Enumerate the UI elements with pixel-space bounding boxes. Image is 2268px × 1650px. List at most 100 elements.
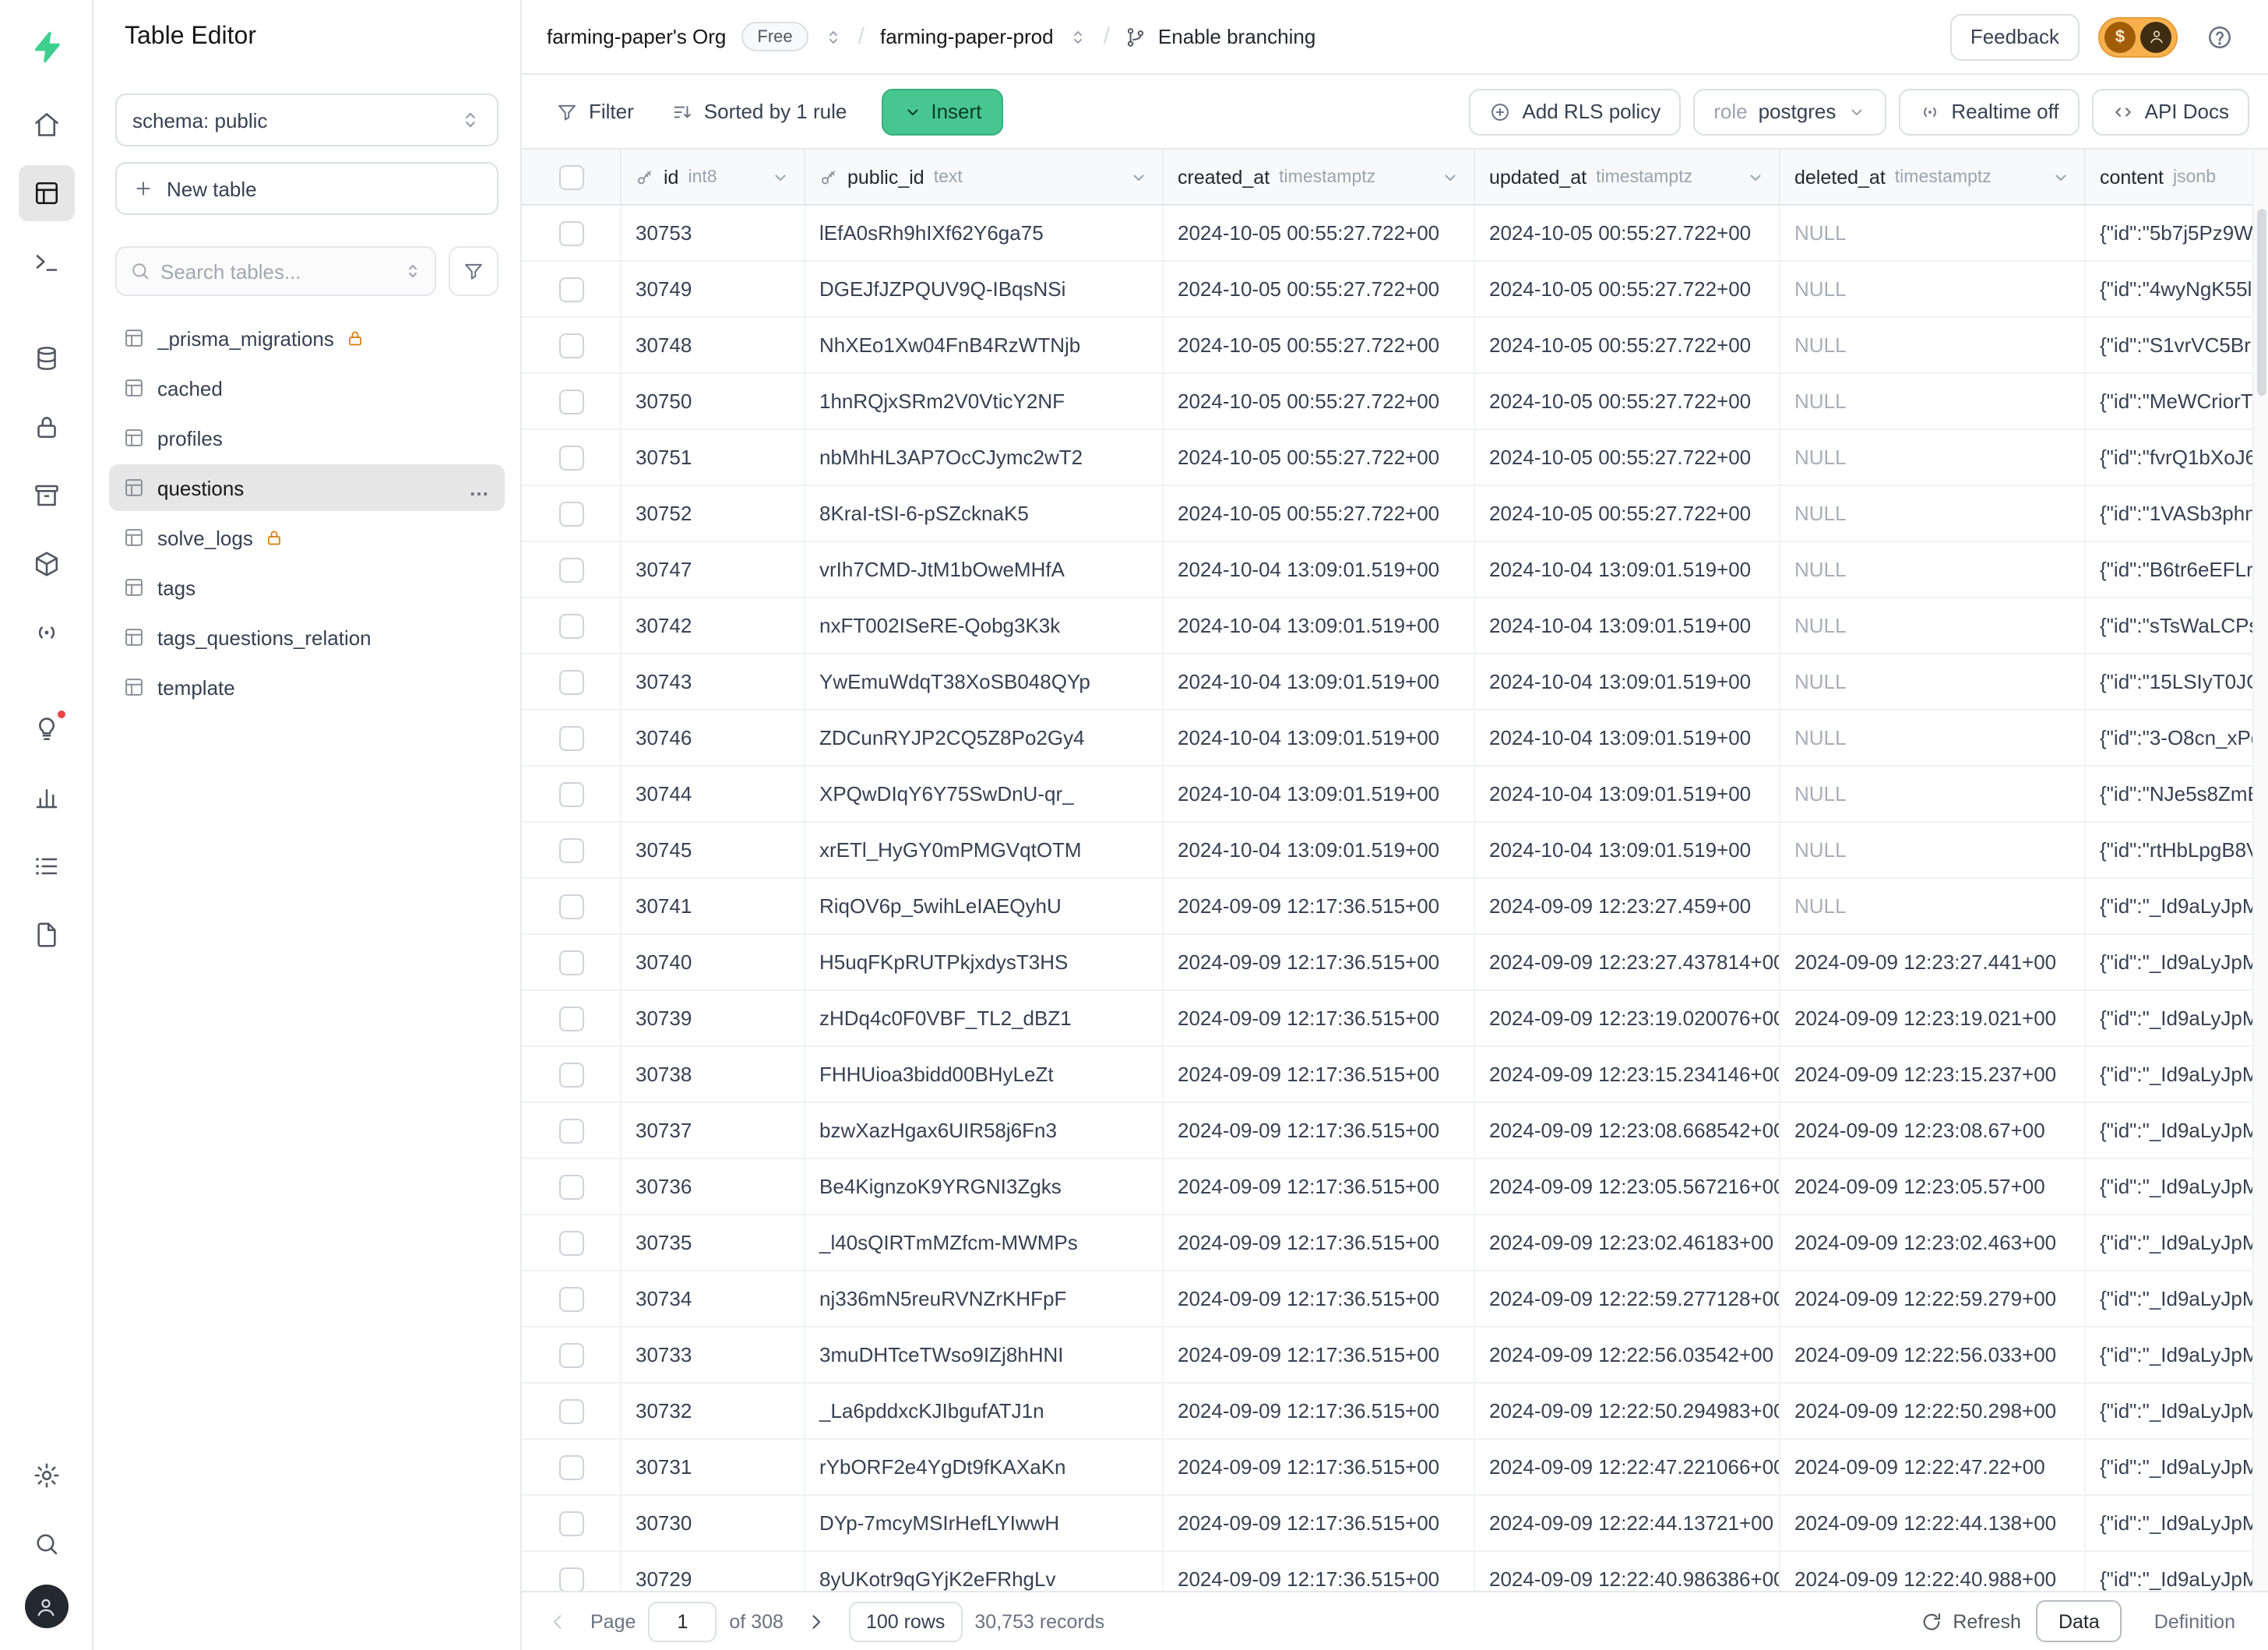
row-checkbox[interactable] (558, 557, 583, 582)
cell-content[interactable]: {"id":"_Id9aLyJpMHQLaiQG (2086, 879, 2268, 933)
row-checkbox[interactable] (558, 1118, 583, 1143)
cell-updated-at[interactable]: 2024-10-04 13:09:01.519+00 (1475, 710, 1780, 765)
table-row[interactable]: 30744 XPQwDIqY6Y75SwDnU-qr_ 2024-10-04 1… (522, 767, 2268, 823)
prev-page-button[interactable] (537, 1601, 578, 1641)
cell-content[interactable]: {"id":"_Id9aLyJpMHQLaiQG (2086, 1384, 2268, 1438)
cell-id[interactable]: 30733 (622, 1327, 805, 1382)
help-icon[interactable] (2196, 13, 2243, 60)
next-page-button[interactable] (796, 1601, 836, 1641)
cell-id[interactable]: 30729 (622, 1552, 805, 1591)
table-row[interactable]: 30735 _l40sQIRTmMZfcm-MWMPs 2024-09-09 1… (522, 1215, 2268, 1271)
cell-deleted-at[interactable]: NULL (1780, 318, 2086, 372)
cell-created-at[interactable]: 2024-09-09 12:17:36.515+00 (1164, 935, 1475, 989)
sql-editor-icon[interactable] (18, 234, 74, 290)
cell-content[interactable]: {"id":"B6tr6eEFLrOVgeUmH (2086, 542, 2268, 597)
insert-button[interactable]: Insert (881, 88, 1003, 135)
cell-id[interactable]: 30752 (622, 486, 805, 541)
row-checkbox[interactable] (558, 1511, 583, 1535)
cell-deleted-at[interactable]: 2024-09-09 12:22:40.988+00 (1780, 1552, 2086, 1591)
cell-public-id[interactable]: bzwXazHgax6UIR58j6Fn3 (805, 1103, 1164, 1158)
cell-content[interactable]: {"id":"_Id9aLyJpMHQLaiQG (2086, 1271, 2268, 1326)
row-checkbox[interactable] (558, 1342, 583, 1367)
cell-deleted-at[interactable]: 2024-09-09 12:23:27.441+00 (1780, 935, 2086, 989)
sidebar-table-item[interactable]: questions … (109, 464, 505, 511)
cell-public-id[interactable]: Be4KignzoK9YRGNI3Zgks (805, 1159, 1164, 1214)
cell-id[interactable]: 30742 (622, 598, 805, 653)
table-editor-icon[interactable] (18, 165, 74, 221)
cell-deleted-at[interactable]: NULL (1780, 206, 2086, 260)
cell-deleted-at[interactable]: NULL (1780, 767, 2086, 821)
cell-id[interactable]: 30732 (622, 1384, 805, 1438)
cell-deleted-at[interactable]: NULL (1780, 374, 2086, 428)
cell-created-at[interactable]: 2024-10-05 00:55:27.722+00 (1164, 206, 1475, 260)
cell-created-at[interactable]: 2024-10-04 13:09:01.519+00 (1164, 542, 1475, 597)
cell-deleted-at[interactable]: NULL (1780, 486, 2086, 541)
edge-functions-icon[interactable] (18, 536, 74, 592)
cell-deleted-at[interactable]: 2024-09-09 12:23:08.67+00 (1780, 1103, 2086, 1158)
sort-button[interactable]: Sorted by 1 rule (656, 88, 863, 135)
sidebar-table-item[interactable]: tags (109, 564, 505, 611)
cell-updated-at[interactable]: 2024-09-09 12:23:02.46183+00 (1475, 1215, 1780, 1270)
usage-warning-badge[interactable]: $ (2098, 16, 2178, 57)
cell-updated-at[interactable]: 2024-09-09 12:22:47.221066+00 (1475, 1440, 1780, 1494)
cell-deleted-at[interactable]: NULL (1780, 542, 2086, 597)
row-checkbox[interactable] (558, 220, 583, 245)
cell-id[interactable]: 30735 (622, 1215, 805, 1270)
cell-id[interactable]: 30748 (622, 318, 805, 372)
cell-deleted-at[interactable]: NULL (1780, 879, 2086, 933)
cell-created-at[interactable]: 2024-09-09 12:17:36.515+00 (1164, 879, 1475, 933)
cell-id[interactable]: 30737 (622, 1103, 805, 1158)
sidebar-table-item[interactable]: profiles (109, 414, 505, 461)
cell-content[interactable]: {"id":"4wyNgK55lOfrpmYZc (2086, 262, 2268, 316)
sidebar-table-item[interactable]: _prisma_migrations (109, 315, 505, 361)
column-menu-chevron-icon[interactable] (1441, 167, 1460, 186)
cell-created-at[interactable]: 2024-10-05 00:55:27.722+00 (1164, 486, 1475, 541)
cell-public-id[interactable]: _l40sQIRTmMZfcm-MWMPs (805, 1215, 1164, 1270)
cell-public-id[interactable]: 8yUKotr9qGYjK2eFRhgLv (805, 1552, 1164, 1591)
enable-branching-button[interactable]: Enable branching (1125, 25, 1315, 48)
cell-updated-at[interactable]: 2024-09-09 12:22:44.13721+00 (1475, 1496, 1780, 1550)
cell-id[interactable]: 30731 (622, 1440, 805, 1494)
cell-created-at[interactable]: 2024-10-05 00:55:27.722+00 (1164, 374, 1475, 428)
page-number-input[interactable] (648, 1601, 717, 1641)
table-row[interactable]: 30750 1hnRQjxSRm2V0VticY2NF 2024-10-05 0… (522, 374, 2268, 430)
cell-public-id[interactable]: nxFT002ISeRE-Qobg3K3k (805, 598, 1164, 653)
column-menu-chevron-icon[interactable] (2051, 167, 2070, 186)
cell-id[interactable]: 30740 (622, 935, 805, 989)
cell-content[interactable]: {"id":"3-O8cn_xPgs0cVxqKE (2086, 710, 2268, 765)
cell-created-at[interactable]: 2024-10-04 13:09:01.519+00 (1164, 654, 1475, 709)
column-header-cell[interactable]: created_at timestamptz (1164, 150, 1475, 204)
table-row[interactable]: 30742 nxFT002ISeRE-Qobg3K3k 2024-10-04 1… (522, 598, 2268, 654)
cell-public-id[interactable]: NhXEo1Xw04FnB4RzWTNjb (805, 318, 1164, 372)
table-row[interactable]: 30749 DGEJfJZPQUV9Q-IBqsNSi 2024-10-05 0… (522, 262, 2268, 318)
add-rls-policy-button[interactable]: Add RLS policy (1469, 88, 1681, 135)
cell-content[interactable]: {"id":"rtHbLpgB8V11LUK7152 (2086, 823, 2268, 877)
cell-content[interactable]: {"id":"1VASb3phnXXkQPCpv (2086, 486, 2268, 541)
cell-deleted-at[interactable]: NULL (1780, 262, 2086, 316)
home-icon[interactable] (18, 97, 74, 153)
cell-updated-at[interactable]: 2024-10-05 00:55:27.722+00 (1475, 374, 1780, 428)
cell-content[interactable]: {"id":"_Id9aLyJpMHQLaiQG (2086, 1327, 2268, 1382)
cell-public-id[interactable]: YwEmuWdqT38XoSB048QYp (805, 654, 1164, 709)
cell-id[interactable]: 30738 (622, 1047, 805, 1102)
cell-deleted-at[interactable]: 2024-09-09 12:22:56.033+00 (1780, 1327, 2086, 1382)
cell-public-id[interactable]: 8KraI-tSI-6-pSZcknaK5 (805, 486, 1164, 541)
cell-content[interactable]: {"id":"_Id9aLyJpMHQLaiQG (2086, 1103, 2268, 1158)
cell-id[interactable]: 30747 (622, 542, 805, 597)
cell-created-at[interactable]: 2024-09-09 12:17:36.515+00 (1164, 1440, 1475, 1494)
row-checkbox[interactable] (558, 1174, 583, 1199)
row-checkbox[interactable] (558, 1062, 583, 1087)
breadcrumb-project[interactable]: farming-paper-prod (880, 25, 1054, 48)
cell-updated-at[interactable]: 2024-10-04 13:09:01.519+00 (1475, 598, 1780, 653)
cell-id[interactable]: 30749 (622, 262, 805, 316)
table-row[interactable]: 30747 vrIh7CMD-JtM1bOweMHfA 2024-10-04 1… (522, 542, 2268, 598)
table-row[interactable]: 30730 DYp-7mcyMSIrHefLYIwwH 2024-09-09 1… (522, 1496, 2268, 1552)
cell-created-at[interactable]: 2024-09-09 12:17:36.515+00 (1164, 1327, 1475, 1382)
search-tables-input[interactable] (160, 259, 394, 283)
cell-public-id[interactable]: lEfA0sRh9hIXf62Y6ga75 (805, 206, 1164, 260)
cell-updated-at[interactable]: 2024-10-05 00:55:27.722+00 (1475, 430, 1780, 485)
row-checkbox[interactable] (558, 894, 583, 918)
cell-updated-at[interactable]: 2024-10-04 13:09:01.519+00 (1475, 823, 1780, 877)
cell-content[interactable]: {"id":"_Id9aLyJpMHQLaiQG (2086, 1440, 2268, 1494)
cell-deleted-at[interactable]: NULL (1780, 598, 2086, 653)
